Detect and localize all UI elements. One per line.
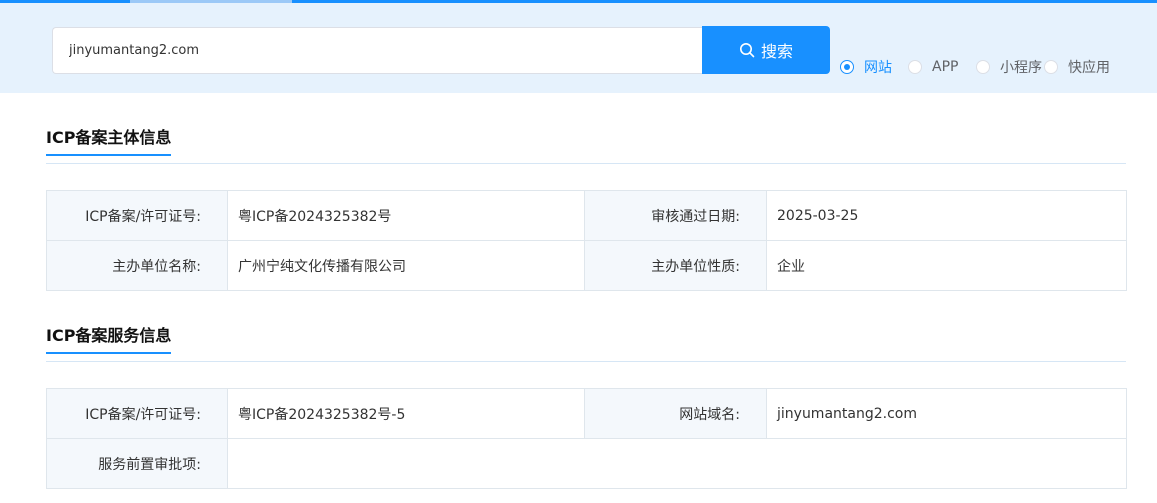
value-approval-date: 2025-03-25 xyxy=(766,190,1127,241)
value-service-license-number: 粤ICP备2024325382号-5 xyxy=(227,388,585,439)
search-band: 搜索 网站 APP 小程序 快应用 xyxy=(0,3,1157,93)
table-row: ICP备案/许可证号: 粤ICP备2024325382号 审核通过日期: 202… xyxy=(46,190,1127,241)
label-service-license-number: ICP备案/许可证号: xyxy=(46,388,228,439)
value-website-domain: jinyumantang2.com xyxy=(766,388,1127,439)
subject-info-table: ICP备案/许可证号: 粤ICP备2024325382号 审核通过日期: 202… xyxy=(46,190,1127,291)
section-title-service: ICP备案服务信息 xyxy=(46,326,172,354)
radio-quick-app[interactable]: 快应用 xyxy=(1044,57,1110,77)
search-button[interactable]: 搜索 xyxy=(702,26,830,74)
service-info-table: ICP备案/许可证号: 粤ICP备2024325382号-5 网站域名: jin… xyxy=(46,388,1127,489)
search-input[interactable] xyxy=(52,27,704,74)
value-organizer-name: 广州宁纯文化传播有限公司 xyxy=(227,240,585,291)
radio-label-quick-app: 快应用 xyxy=(1068,60,1110,76)
table-row: 主办单位名称: 广州宁纯文化传播有限公司 主办单位性质: 企业 xyxy=(46,240,1127,291)
search-icon xyxy=(739,42,755,58)
radio-checked-icon xyxy=(840,60,854,74)
radio-unchecked-icon xyxy=(976,60,990,74)
table-row: ICP备案/许可证号: 粤ICP备2024325382号-5 网站域名: jin… xyxy=(46,388,1127,439)
section-title-subject: ICP备案主体信息 xyxy=(46,128,172,156)
radio-label-website: 网站 xyxy=(864,60,892,76)
radio-website[interactable]: 网站 xyxy=(840,57,892,77)
label-approval-date: 审核通过日期: xyxy=(584,190,767,241)
label-website-domain: 网站域名: xyxy=(584,388,767,439)
radio-mini-program[interactable]: 小程序 xyxy=(976,57,1042,77)
radio-label-mini-program: 小程序 xyxy=(1000,60,1042,76)
value-organizer-type: 企业 xyxy=(766,240,1127,291)
radio-unchecked-icon xyxy=(908,60,922,74)
section-divider xyxy=(46,163,1126,164)
section-divider xyxy=(46,361,1126,362)
radio-app[interactable]: APP xyxy=(908,57,958,77)
label-organizer-name: 主办单位名称: xyxy=(46,240,228,291)
label-pre-approval-items: 服务前置审批项: xyxy=(46,438,228,489)
label-organizer-type: 主办单位性质: xyxy=(584,240,767,291)
label-license-number: ICP备案/许可证号: xyxy=(46,190,228,241)
radio-label-app: APP xyxy=(932,59,959,75)
search-button-label: 搜索 xyxy=(760,42,793,61)
value-license-number: 粤ICP备2024325382号 xyxy=(227,190,585,241)
radio-unchecked-icon xyxy=(1044,60,1058,74)
table-row: 服务前置审批项: xyxy=(46,438,1127,489)
value-pre-approval-items xyxy=(227,438,1127,489)
